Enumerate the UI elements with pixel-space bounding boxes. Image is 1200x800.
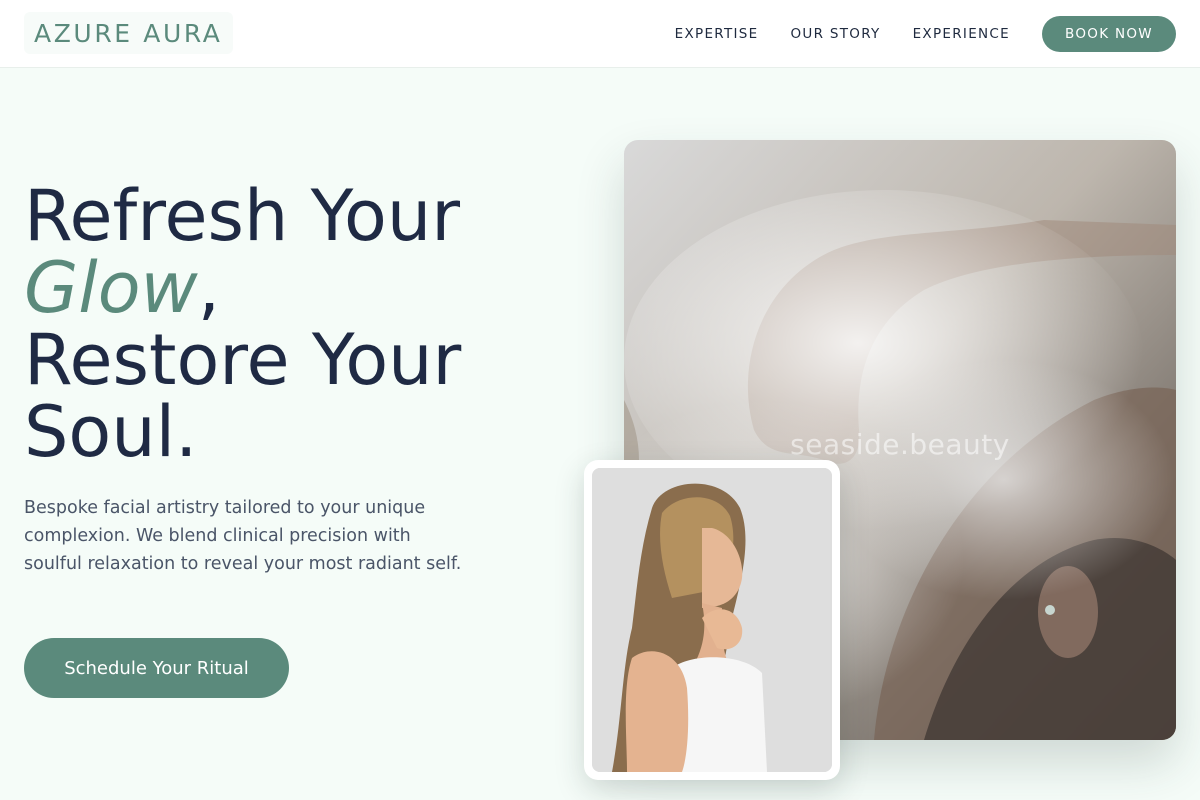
hero-title-comma: , (197, 247, 221, 329)
nav-link-experience[interactable]: EXPERIENCE (913, 26, 1010, 42)
hero-title-line-3: Restore Your (24, 319, 462, 401)
hero-title: Refresh Your Glow, Restore Your Soul. (24, 180, 564, 468)
hero-title-line-1: Refresh Your (24, 175, 461, 257)
model-portrait-illustration (592, 468, 832, 772)
brand-logo[interactable]: AZURE AURA (24, 12, 233, 54)
book-now-button[interactable]: BOOK NOW (1042, 16, 1176, 52)
main-nav: EXPERTISE OUR STORY EXPERIENCE BOOK NOW (675, 0, 1176, 68)
hero-title-line-4: Soul. (24, 391, 198, 473)
site-header: AZURE AURA EXPERTISE OUR STORY EXPERIENC… (0, 0, 1200, 68)
inset-photo-card (584, 460, 840, 780)
schedule-ritual-button[interactable]: Schedule Your Ritual (24, 638, 289, 698)
hero-title-line-2: Glow, (24, 252, 564, 324)
nav-link-expertise[interactable]: EXPERTISE (675, 26, 759, 42)
nav-link-our-story[interactable]: OUR STORY (791, 26, 881, 42)
hero-title-accent: Glow (24, 247, 198, 329)
model-portrait-photo (592, 468, 832, 772)
hero-description: Bespoke facial artistry tailored to your… (24, 498, 462, 574)
image-watermark: seaside.beauty (790, 428, 1010, 461)
